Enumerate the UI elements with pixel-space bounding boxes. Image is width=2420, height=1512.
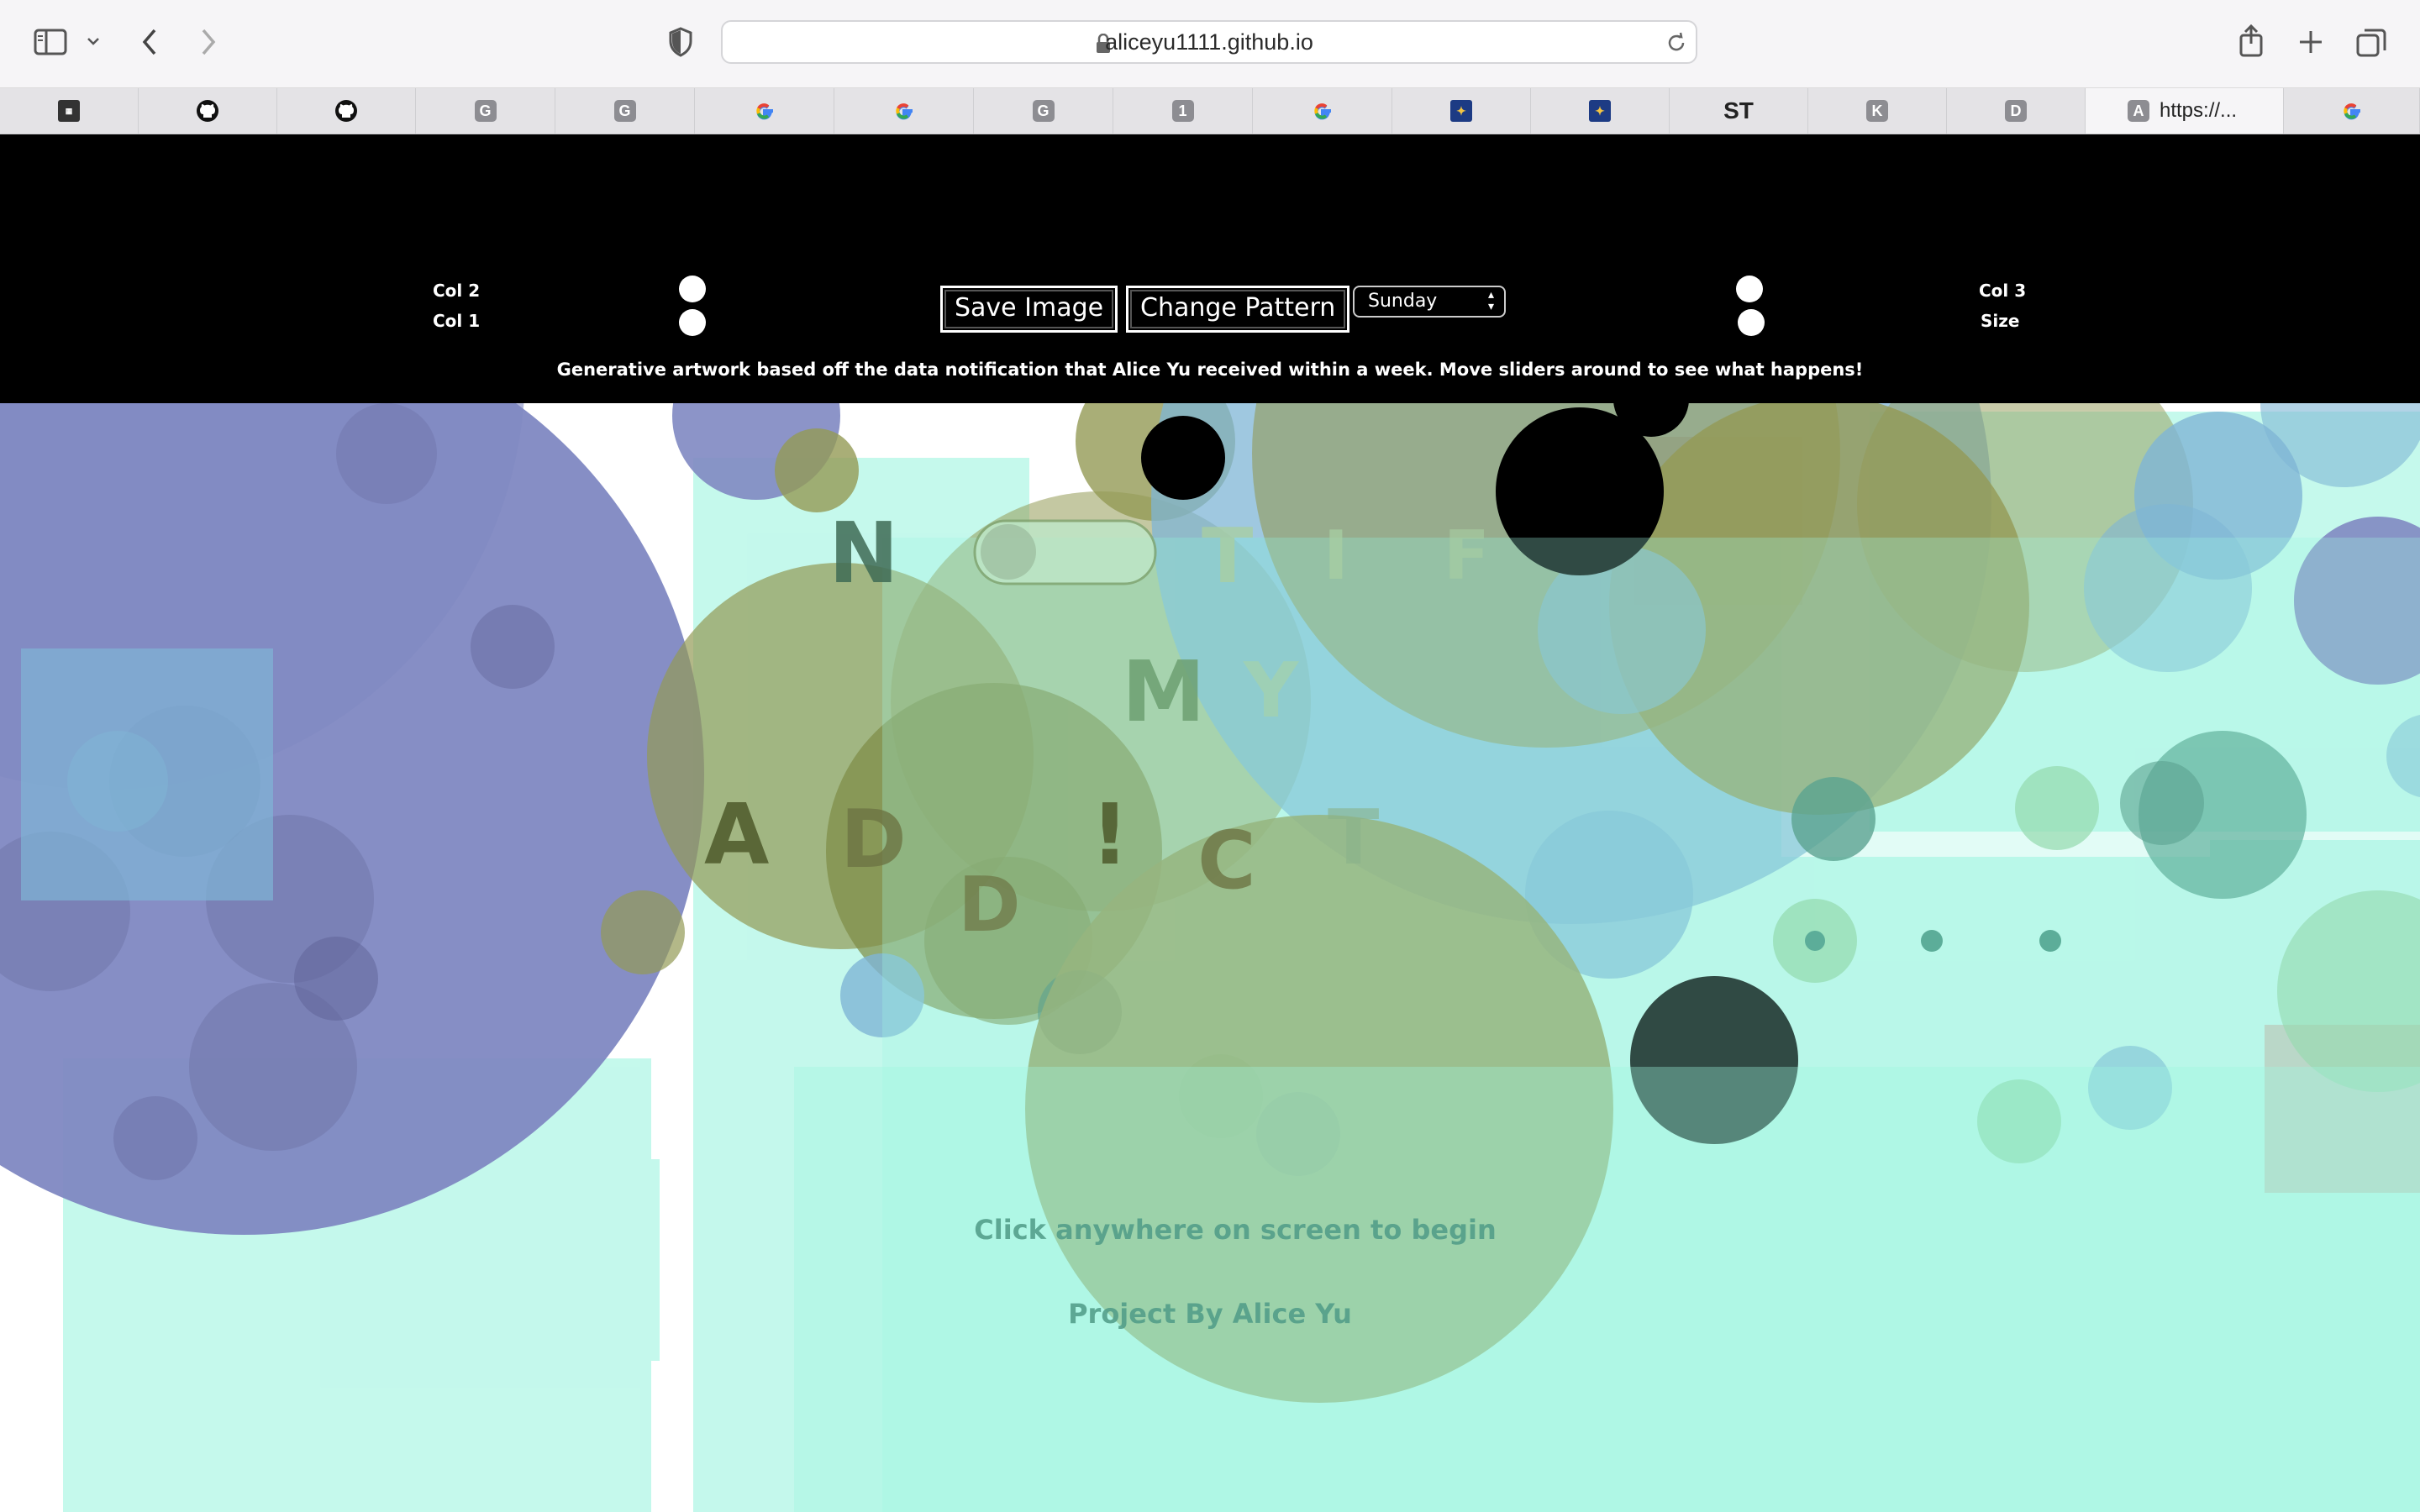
- favicon-g: G: [1032, 100, 1055, 122]
- google-icon: [895, 103, 913, 120]
- art-letter: F: [1444, 517, 1490, 595]
- change-pattern-button[interactable]: Change Pattern: [1126, 286, 1350, 333]
- size-label: Size: [1981, 311, 2020, 331]
- chevron-down-icon[interactable]: [86, 35, 101, 47]
- tab[interactable]: K: [1808, 88, 1947, 134]
- tab-overview-icon[interactable]: [2356, 27, 2386, 57]
- privacy-shield-icon[interactable]: [669, 27, 692, 57]
- tab[interactable]: D: [1947, 88, 2086, 134]
- art-letter: D: [958, 861, 1021, 949]
- tab[interactable]: ✦: [1531, 88, 1670, 134]
- artwork-canvas[interactable]: N T I F M Y A D ! C T D Click anywhere o…: [0, 403, 2420, 1512]
- sidebar-icon[interactable]: [34, 29, 67, 55]
- description-text: Generative artwork based off the data no…: [556, 360, 1864, 380]
- day-select[interactable]: Sunday ▴ ▾: [1353, 286, 1506, 318]
- select-arrows-icon: ▴ ▾: [1487, 288, 1494, 313]
- github-icon: [335, 100, 357, 122]
- tab[interactable]: [277, 88, 416, 134]
- tab-title: https://...: [2160, 99, 2238, 122]
- tab[interactable]: [695, 88, 834, 134]
- art-letter: D: [840, 794, 907, 886]
- share-icon[interactable]: [2238, 24, 2264, 57]
- tab[interactable]: G: [416, 88, 555, 134]
- google-icon: [1313, 103, 1331, 120]
- favicon-k: K: [1866, 100, 1888, 122]
- tab[interactable]: 1: [1113, 88, 1253, 134]
- art-letter: C: [1197, 815, 1256, 907]
- art-letter: T: [1202, 512, 1254, 601]
- col3-label: Col 3: [1979, 281, 2027, 301]
- art-letter: N: [829, 504, 899, 602]
- favicon-mini-icon: ▦: [58, 100, 80, 122]
- web-page: Col 2 Col 1 Save Image Change Pattern Su…: [0, 134, 2420, 1512]
- github-icon: [197, 100, 218, 122]
- favicon-g: G: [474, 100, 497, 122]
- address-bar[interactable]: aliceyu1111.github.io: [721, 20, 1697, 64]
- art-letter: T: [1328, 794, 1380, 882]
- tab[interactable]: ST: [1670, 88, 1808, 134]
- col2-slider[interactable]: [679, 276, 706, 302]
- favicon-st: ST: [1723, 97, 1754, 123]
- favicon-1: 1: [1171, 100, 1194, 122]
- favicon-a: A: [2128, 100, 2149, 122]
- google-icon: [2343, 103, 2360, 120]
- col2-label: Col 2: [433, 281, 481, 301]
- back-icon[interactable]: [139, 27, 160, 57]
- tab[interactable]: G: [974, 88, 1113, 134]
- google-icon: [755, 103, 773, 120]
- col3-slider[interactable]: [1736, 276, 1763, 302]
- control-header: Col 2 Col 1 Save Image Change Pattern Su…: [0, 134, 2420, 403]
- col1-label: Col 1: [433, 311, 481, 331]
- click-prompt: Click anywhere on screen to begin: [974, 1214, 1497, 1246]
- art-letter: Y: [1244, 647, 1299, 735]
- size-slider[interactable]: [1738, 309, 1765, 336]
- col1-slider[interactable]: [679, 309, 706, 336]
- art-letter: A: [704, 785, 770, 884]
- tab-active[interactable]: A https://...: [2086, 88, 2284, 134]
- ucb-icon: ✦: [1589, 100, 1611, 122]
- tab-bar: ▦ G G G 1 ✦ ✦ ST K D A https://...: [0, 88, 2420, 134]
- favicon-d: D: [2005, 100, 2027, 122]
- tab[interactable]: [2284, 88, 2420, 134]
- browser-toolbar: aliceyu1111.github.io: [0, 0, 2420, 88]
- tab[interactable]: G: [555, 88, 695, 134]
- day-select-value: Sunday: [1368, 291, 1438, 312]
- url-text: aliceyu1111.github.io: [1105, 29, 1313, 55]
- tab[interactable]: [834, 88, 974, 134]
- art-letter: !: [1091, 785, 1129, 884]
- forward-icon[interactable]: [198, 27, 218, 57]
- save-image-button[interactable]: Save Image: [940, 286, 1118, 333]
- favicon-g: G: [613, 100, 636, 122]
- new-tab-icon[interactable]: [2297, 29, 2324, 55]
- tab[interactable]: ▦: [0, 88, 139, 134]
- ucb-icon: ✦: [1450, 100, 1472, 122]
- tab[interactable]: ✦: [1392, 88, 1531, 134]
- tab[interactable]: [1253, 88, 1392, 134]
- project-credit: Project By Alice Yu: [1068, 1298, 1352, 1330]
- art-letter: M: [1122, 643, 1206, 741]
- tab[interactable]: [139, 88, 277, 134]
- art-letter: I: [1323, 517, 1349, 595]
- reload-icon[interactable]: [1665, 32, 1687, 54]
